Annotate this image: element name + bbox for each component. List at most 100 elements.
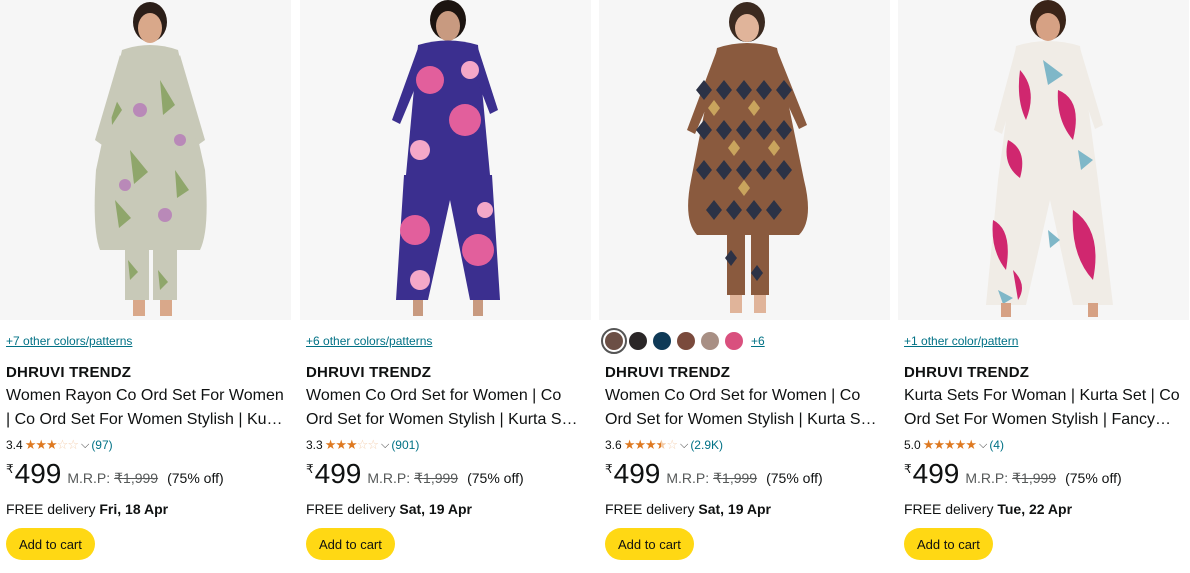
- delivery-info: FREE delivery Sat, 19 Apr: [605, 496, 886, 522]
- price-row: ₹ 499 M.R.P: ₹1,999 (75% off): [904, 458, 1185, 492]
- chevron-down-icon[interactable]: ⌵: [81, 439, 89, 452]
- rating-value: 3.3: [306, 438, 323, 452]
- rating-row: 3.6 ★★★★☆ ⌵ (2.9K): [605, 432, 886, 458]
- mrp-label: M.R.P:: [367, 470, 411, 486]
- title-line-2[interactable]: Ord Set for Women Stylish | Kurta S…: [605, 408, 886, 432]
- color-swatch[interactable]: [677, 332, 695, 350]
- mrp-strikethrough: ₹1,999: [414, 470, 459, 486]
- delivery-date: Tue, 22 Apr: [997, 501, 1073, 517]
- title-line-1[interactable]: Women Co Ord Set for Women | Co: [306, 384, 587, 408]
- product-image[interactable]: [300, 0, 591, 320]
- title-line-1[interactable]: Women Rayon Co Ord Set For Women: [6, 384, 287, 408]
- color-swatch[interactable]: [725, 332, 743, 350]
- price: 499: [14, 458, 62, 489]
- product-title[interactable]: Women Co Ord Set for Women | Co Ord Set …: [306, 384, 587, 432]
- add-to-cart-button[interactable]: Add to cart: [605, 528, 694, 560]
- mrp-strikethrough: ₹1,999: [114, 470, 159, 486]
- product-photo: [599, 0, 890, 320]
- chevron-down-icon[interactable]: ⌵: [979, 439, 987, 452]
- mrp-strikethrough: ₹1,999: [713, 470, 758, 486]
- mrp-value: ₹1,999: [414, 470, 458, 487]
- title-line-1[interactable]: Women Co Ord Set for Women | Co: [605, 384, 886, 408]
- currency-symbol: ₹: [306, 462, 314, 476]
- product-image[interactable]: [898, 0, 1189, 320]
- product-photo: [300, 0, 591, 320]
- discount: (75% off): [467, 470, 524, 486]
- rating-value: 5.0: [904, 438, 921, 452]
- price-row: ₹ 499 M.R.P: ₹1,999 (75% off): [306, 458, 587, 492]
- brand-name: DHRUVI TRENDZ: [6, 364, 132, 381]
- star-rating-icon[interactable]: ★★★★☆: [624, 437, 678, 453]
- delivery-info: FREE delivery Tue, 22 Apr: [904, 496, 1185, 522]
- color-swatch[interactable]: [701, 332, 719, 350]
- other-colors-link[interactable]: +7 other colors/patterns: [6, 334, 132, 348]
- color-swatch[interactable]: [629, 332, 647, 350]
- title-line-2[interactable]: Ord Set For Women Stylish | Fancy…: [904, 408, 1185, 432]
- rating-row: 3.3 ★★★☆☆ ⌵ (901): [306, 432, 587, 458]
- delivery-date: Sat, 19 Apr: [698, 501, 771, 517]
- product-image[interactable]: [0, 0, 291, 320]
- variant-row: +1 other color/pattern: [904, 320, 1185, 362]
- title-line-2[interactable]: Ord Set for Women Stylish | Kurta S…: [306, 408, 587, 432]
- star-rating-icon[interactable]: ★★★★★: [923, 437, 977, 453]
- currency-symbol: ₹: [605, 462, 613, 476]
- mrp-value: ₹1,999: [713, 470, 757, 487]
- delivery-info: FREE delivery Sat, 19 Apr: [306, 496, 587, 522]
- delivery-prefix: FREE delivery: [904, 501, 994, 517]
- color-swatch-selected[interactable]: [601, 328, 627, 354]
- mrp-label: M.R.P:: [67, 470, 111, 486]
- rating-row: 3.4 ★★★☆☆ ⌵ (97): [6, 432, 287, 458]
- delivery-prefix: FREE delivery: [605, 501, 695, 517]
- other-colors-link[interactable]: +6 other colors/patterns: [306, 334, 432, 348]
- product-title[interactable]: Women Rayon Co Ord Set For Women | Co Or…: [6, 384, 287, 432]
- mrp-label: M.R.P:: [965, 470, 1009, 486]
- product-card: +7 other colors/patterns DHRUVI TRENDZ W…: [0, 0, 291, 573]
- review-count-link[interactable]: (2.9K): [690, 438, 723, 452]
- rating-row: 5.0 ★★★★★ ⌵ (4): [904, 432, 1185, 458]
- variant-row: +6 other colors/patterns: [306, 320, 587, 362]
- chevron-down-icon[interactable]: ⌵: [381, 439, 389, 452]
- product-photo: [0, 0, 291, 320]
- delivery-info: FREE delivery Fri, 18 Apr: [6, 496, 287, 522]
- star-rating-icon[interactable]: ★★★☆☆: [25, 437, 79, 453]
- discount: (75% off): [167, 470, 224, 486]
- add-to-cart-button[interactable]: Add to cart: [6, 528, 95, 560]
- review-count-link[interactable]: (97): [91, 438, 112, 452]
- delivery-prefix: FREE delivery: [6, 501, 96, 517]
- rating-value: 3.4: [6, 438, 23, 452]
- price-row: ₹ 499 M.R.P: ₹1,999 (75% off): [6, 458, 287, 492]
- mrp-value: ₹1,999: [1012, 470, 1056, 487]
- title-line-1[interactable]: Kurta Sets For Woman | Kurta Set | Co: [904, 384, 1185, 408]
- price-row: ₹ 499 M.R.P: ₹1,999 (75% off): [605, 458, 886, 492]
- chevron-down-icon[interactable]: ⌵: [680, 439, 688, 452]
- product-photo: [898, 0, 1189, 320]
- brand-name: DHRUVI TRENDZ: [904, 364, 1030, 381]
- brand-name: DHRUVI TRENDZ: [605, 364, 731, 381]
- title-line-2[interactable]: | Co Ord Set For Women Stylish | Ku…: [6, 408, 287, 432]
- discount: (75% off): [1065, 470, 1122, 486]
- product-title[interactable]: Women Co Ord Set for Women | Co Ord Set …: [605, 384, 886, 432]
- product-card: +6 DHRUVI TRENDZ Women Co Ord Set for Wo…: [599, 0, 890, 573]
- review-count-link[interactable]: (901): [391, 438, 419, 452]
- brand-name: DHRUVI TRENDZ: [306, 364, 432, 381]
- add-to-cart-button[interactable]: Add to cart: [306, 528, 395, 560]
- delivery-prefix: FREE delivery: [306, 501, 396, 517]
- rating-value: 3.6: [605, 438, 622, 452]
- product-title[interactable]: Kurta Sets For Woman | Kurta Set | Co Or…: [904, 384, 1185, 432]
- currency-symbol: ₹: [6, 462, 14, 476]
- discount: (75% off): [766, 470, 823, 486]
- star-rating-icon[interactable]: ★★★☆☆: [325, 437, 379, 453]
- product-card: +6 other colors/patterns DHRUVI TRENDZ W…: [300, 0, 591, 573]
- color-swatches: +6: [601, 328, 765, 354]
- product-image[interactable]: [599, 0, 890, 320]
- add-to-cart-button[interactable]: Add to cart: [904, 528, 993, 560]
- variant-row: +7 other colors/patterns: [6, 320, 287, 362]
- other-colors-link[interactable]: +1 other color/pattern: [904, 334, 1018, 348]
- more-swatches-link[interactable]: +6: [751, 334, 765, 348]
- delivery-date: Fri, 18 Apr: [99, 501, 169, 517]
- review-count-link[interactable]: (4): [989, 438, 1004, 452]
- price: 499: [314, 458, 362, 489]
- product-grid: +7 other colors/patterns DHRUVI TRENDZ W…: [0, 0, 1190, 573]
- color-swatch[interactable]: [653, 332, 671, 350]
- variant-row: +6: [601, 320, 886, 362]
